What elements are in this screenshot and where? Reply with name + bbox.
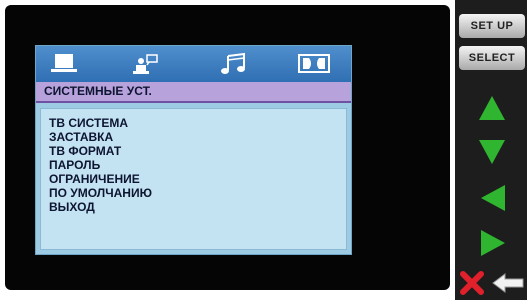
right-arrow-icon[interactable]	[479, 228, 507, 258]
close-icon[interactable]	[459, 270, 485, 296]
menu-item-tv-system[interactable]: ТВ СИСТЕМА	[49, 116, 346, 130]
tab-language[interactable]	[128, 50, 168, 78]
menu-title: СИСТЕМНЫЕ УСТ.	[44, 84, 152, 98]
menu-item-password[interactable]: ПАРОЛЬ	[49, 158, 346, 172]
menu-item-default[interactable]: ПО УМОЛЧАНИЮ	[49, 186, 346, 200]
setup-button[interactable]: SET UP	[459, 14, 525, 38]
monitor-icon	[51, 54, 77, 72]
down-arrow-icon[interactable]	[477, 138, 507, 166]
tab-bar	[36, 46, 351, 82]
menu-list: ТВ СИСТЕМА ЗАСТАВКА ТВ ФОРМАТ ПАРОЛЬ ОГР…	[41, 109, 346, 214]
tab-audio[interactable]	[214, 50, 254, 78]
menu-item-tv-format[interactable]: ТВ ФОРМАТ	[49, 144, 346, 158]
up-arrow-icon[interactable]	[477, 94, 507, 122]
user-speech-icon	[133, 54, 158, 74]
title-bar: СИСТЕМНЫЕ УСТ.	[36, 82, 351, 103]
tab-dolby[interactable]	[294, 50, 334, 78]
remote-sidebar: SET UP SELECT	[455, 0, 527, 300]
menu-item-screensaver[interactable]: ЗАСТАВКА	[49, 130, 346, 144]
select-button[interactable]: SELECT	[459, 46, 525, 70]
music-note-icon	[221, 52, 245, 74]
back-icon[interactable]	[491, 272, 525, 294]
menu-item-exit[interactable]: ВЫХОД	[49, 200, 346, 214]
menu-item-restriction[interactable]: ОГРАНИЧЕНИЕ	[49, 172, 346, 186]
left-arrow-icon[interactable]	[479, 183, 507, 213]
device-frame: СИСТЕМНЫЕ УСТ. ТВ СИСТЕМА ЗАСТАВКА ТВ ФО…	[0, 0, 527, 300]
dolby-icon	[298, 54, 330, 73]
tv-screen: СИСТЕМНЫЕ УСТ. ТВ СИСТЕМА ЗАСТАВКА ТВ ФО…	[5, 5, 450, 290]
osd-menu-panel: СИСТЕМНЫЕ УСТ. ТВ СИСТЕМА ЗАСТАВКА ТВ ФО…	[35, 45, 352, 255]
menu-list-panel: ТВ СИСТЕМА ЗАСТАВКА ТВ ФОРМАТ ПАРОЛЬ ОГР…	[40, 108, 347, 250]
tab-system[interactable]	[46, 50, 86, 78]
